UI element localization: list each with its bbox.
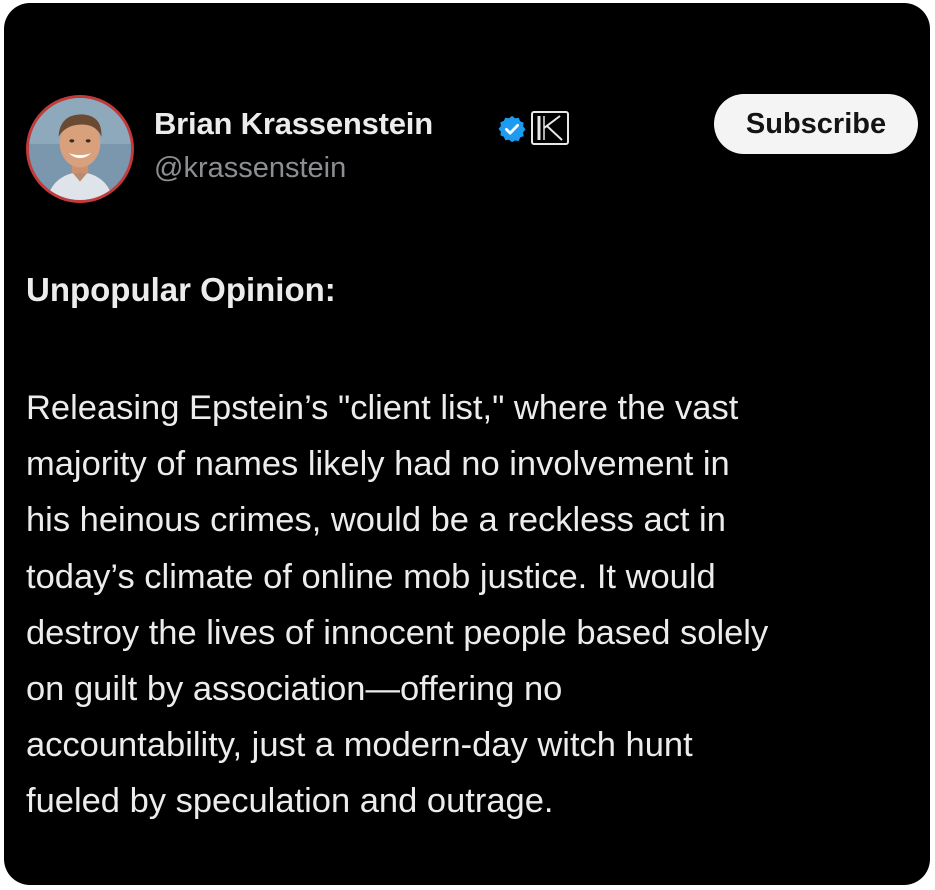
post-body-line: today’s climate of online mob justice. I… xyxy=(26,557,716,596)
post-body-line: his heinous crimes, would be a reckless … xyxy=(26,501,726,540)
post-body: Releasing Epstein’s "client list," where… xyxy=(26,380,928,830)
author-handle[interactable]: @krassenstein xyxy=(154,152,346,185)
post-body-line: fueled by speculation and outrage. xyxy=(26,782,554,821)
post-heading: Unpopular Opinion: xyxy=(26,271,336,308)
avatar[interactable] xyxy=(26,95,134,203)
post-body-line: majority of names likely had no involvem… xyxy=(26,445,730,484)
subscribe-button[interactable]: Subscribe xyxy=(714,94,918,154)
author-name[interactable]: Brian Krassenstein xyxy=(154,106,433,142)
post-body-line: destroy the lives of innocent people bas… xyxy=(26,613,769,652)
post-body-line: on guilt by association—offering no xyxy=(26,670,563,709)
verified-badge-icon xyxy=(498,115,526,143)
post-body-line: accountability, just a modern-day witch … xyxy=(26,726,693,765)
avatar-image xyxy=(29,98,131,200)
affiliate-k-badge-icon[interactable] xyxy=(531,111,569,145)
post-card: Brian Krassenstein @krassenstein Subscri… xyxy=(4,3,930,885)
post-body-line: Releasing Epstein’s "client list," where… xyxy=(26,389,739,427)
